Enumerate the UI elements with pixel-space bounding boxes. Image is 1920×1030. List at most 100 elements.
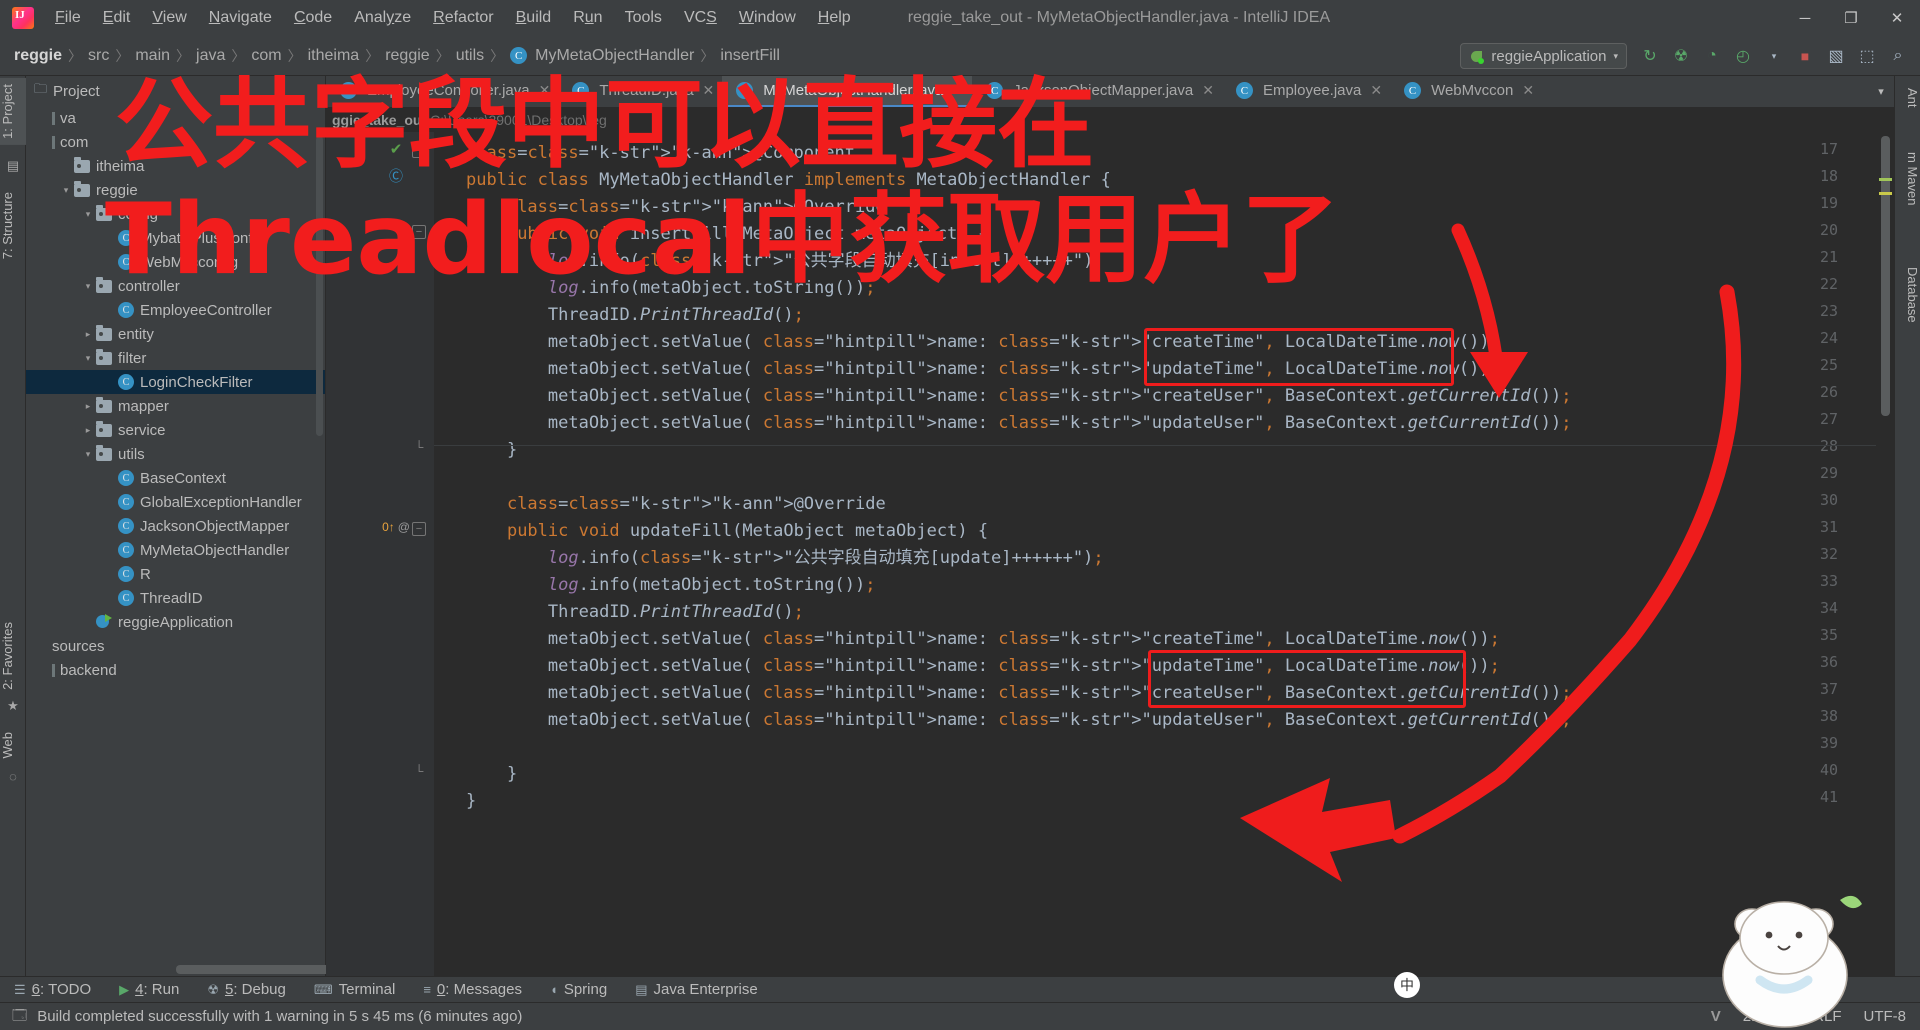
star-icon[interactable]: ★ [3, 696, 23, 716]
tree-node-config[interactable]: ▾ config [26, 202, 325, 226]
code-line[interactable]: metaObject.setValue( class="hintpill">na… [466, 626, 1500, 653]
maximize-button[interactable]: ❐ [1828, 0, 1874, 36]
stop-icon[interactable]: ■ [1791, 42, 1819, 70]
menu-navigate[interactable]: Navigate [198, 6, 283, 30]
tree-node-MybatisPlusConfig[interactable]: C MybatisPlusConfig [26, 226, 325, 250]
override-gutter-icon[interactable]: 0↑ @ [382, 517, 410, 537]
code-line[interactable]: ThreadID.PrintThreadId(); [466, 599, 804, 626]
code-fold-end-icon[interactable]: └ [412, 441, 426, 455]
editor-tab-bar[interactable]: C EmployeeController.java ✕ C ThreadID.java ✕… [326, 76, 1894, 108]
breadcrumb-segment-src[interactable]: src [84, 47, 113, 65]
menu-help[interactable]: Help [807, 6, 862, 30]
code-line[interactable]: } [466, 788, 476, 815]
stripe-button-favorites[interactable]: 2: Favorites [0, 616, 26, 696]
debug-icon[interactable]: ☢ [1667, 42, 1695, 70]
tree-node-reggie[interactable]: ▾ reggie [26, 178, 325, 202]
bottom-tab-0-messages[interactable]: ≡ 0: Messages [409, 977, 536, 1003]
close-tab-icon[interactable]: ✕ [1522, 82, 1534, 99]
tree-node-JacksonObjectMapper[interactable]: C JacksonObjectMapper [26, 514, 325, 538]
open-in-browser-icon[interactable]: ⬚ [1853, 42, 1881, 70]
code-line[interactable]: metaObject.setValue( class="hintpill">na… [466, 707, 1572, 734]
expand-arrow-icon[interactable]: ▾ [80, 449, 96, 460]
tree-node-itheima[interactable]: itheima [26, 154, 325, 178]
breadcrumb-class[interactable]: MyMetaObjectHandler [531, 47, 698, 65]
editor-tab-ThreadID-java[interactable]: C ThreadID.java ✕ [558, 76, 722, 107]
code-line[interactable]: ThreadID.PrintThreadId(); [466, 302, 804, 329]
encoding-indicator[interactable]: UTF-8 [1864, 1008, 1907, 1025]
menu-build[interactable]: Build [505, 6, 563, 30]
tree-node-ThreadID[interactable]: C ThreadID [26, 586, 325, 610]
tree-node-controller[interactable]: ▾ controller [26, 274, 325, 298]
editor-tab-Employee-java[interactable]: C Employee.java ✕ [1222, 76, 1390, 107]
code-fold-collapse-icon[interactable]: − [412, 225, 426, 239]
project-vertical-scrollbar[interactable] [316, 136, 323, 436]
tree-node-com[interactable]: com [26, 130, 325, 154]
menu-edit[interactable]: Edit [92, 6, 142, 30]
stripe-button-ant[interactable]: Ant [1894, 82, 1920, 114]
editor-tab-MyMetaObjectHandler-java[interactable]: C MyMetaObjectHandler.java ✕ [722, 76, 973, 107]
bottom-tool-bar[interactable]: ☰ 6: TODO ▶ 4: Run ☢ 5: Debug ⌨ Terminal ≡ 0: Mes… [0, 976, 1920, 1002]
run-with-coverage-icon[interactable]: ◔ [1698, 42, 1726, 70]
breadcrumb-segment-utils[interactable]: utils [452, 47, 488, 65]
editor-tab-EmployeeController-java[interactable]: C EmployeeController.java ✕ [326, 76, 558, 107]
bottom-tab-5-debug[interactable]: ☢ 5: Debug [193, 977, 300, 1003]
breadcrumb-segment-reggie[interactable]: reggie [381, 47, 433, 65]
code-line[interactable]: } [466, 437, 517, 464]
code-line[interactable]: log.info(class="k-str">"公共字段自动填充[insert]… [466, 248, 1104, 275]
code-line[interactable]: metaObject.setValue( class="hintpill">na… [466, 383, 1572, 410]
breadcrumb-segment-com[interactable]: com [247, 47, 285, 65]
tree-node-MyMetaObjectHandler[interactable]: C MyMetaObjectHandler [26, 538, 325, 562]
code-fold-collapse-icon[interactable]: − [412, 522, 426, 536]
close-tab-icon[interactable]: ✕ [539, 82, 551, 99]
tree-node-utils[interactable]: ▾ utils [26, 442, 325, 466]
menu-window[interactable]: Window [728, 6, 807, 30]
menu-code[interactable]: Code [283, 6, 343, 30]
collapse-arrow-icon[interactable]: ▸ [80, 425, 96, 436]
code-line[interactable]: class=class="k-str">"k-ann">@Component [466, 140, 855, 167]
stripe-button-project[interactable]: 1: Project [0, 78, 26, 145]
code-fold-end-icon[interactable]: └ [412, 765, 426, 779]
code-fold-collapse-icon[interactable]: − [412, 144, 426, 158]
menu-view[interactable]: View [141, 6, 197, 30]
breadcrumb[interactable]: reggie 〉 src 〉 main 〉 java 〉 com 〉 itheima 〉 reggie 〉… [0, 46, 784, 66]
vim-indicator[interactable]: V [1711, 1008, 1721, 1025]
code-line[interactable]: public class MyMetaObjectHandler impleme… [466, 167, 1111, 194]
tree-node-service[interactable]: ▸ service [26, 418, 325, 442]
stripe-button-web[interactable]: Web [0, 726, 26, 765]
bottom-tab-spring[interactable]: ◖ Spring [536, 977, 621, 1003]
code-line[interactable]: public void updateFill(MetaObject metaOb… [466, 518, 988, 545]
editor-tab-JacksonObjectMapper-java[interactable]: C JacksonObjectMapper.java ✕ [972, 76, 1222, 107]
breadcrumb-segment-main[interactable]: main [131, 47, 174, 65]
breadcrumb-segment-itheima[interactable]: itheima [304, 47, 364, 65]
code-line[interactable]: metaObject.setValue( class="hintpill">na… [466, 410, 1572, 437]
tree-node-LoginCheckFilter[interactable]: C LoginCheckFilter [26, 370, 325, 394]
menu-run[interactable]: Run [562, 6, 613, 30]
tree-node-R[interactable]: CR [26, 562, 325, 586]
implemented-method-gutter-icon[interactable]: Ⓒ [386, 166, 406, 186]
code-line[interactable]: class=class="k-str">"k-ann">@Override [466, 194, 886, 221]
bottom-tab-6-todo[interactable]: ☰ 6: TODO [0, 977, 105, 1003]
close-button[interactable]: ✕ [1874, 0, 1920, 36]
tree-node-EmployeeController[interactable]: C EmployeeController [26, 298, 325, 322]
rerun-icon[interactable]: ↻ [1636, 42, 1664, 70]
editor-tab-WebMvccon[interactable]: C WebMvccon ✕ [1390, 76, 1542, 107]
module-icon[interactable]: ▤ [3, 156, 23, 176]
code-line[interactable]: log.info(metaObject.toString()); [466, 572, 876, 599]
code-line[interactable]: public void insertFill(MetaObject metaOb… [466, 221, 988, 248]
profiler-chevron-icon[interactable]: ▾ [1760, 42, 1788, 70]
menu-analyze[interactable]: Analyze [343, 6, 422, 30]
tree-node-GlobalExceptionHandler[interactable]: C GlobalExceptionHandler [26, 490, 325, 514]
collapse-arrow-icon[interactable]: ▸ [80, 401, 96, 412]
code-line[interactable]: class=class="k-str">"k-ann">@Override [466, 491, 886, 518]
code-line[interactable]: log.info(class="k-str">"公共字段自动填充[update]… [466, 545, 1104, 572]
tree-node-filter[interactable]: ▾ filter [26, 346, 325, 370]
menu-refactor[interactable]: Refactor [422, 6, 504, 30]
tree-node-WebMvcconfig[interactable]: C WebMvcconfig [26, 250, 325, 274]
expand-arrow-icon[interactable]: ▾ [58, 185, 74, 196]
menu-tools[interactable]: Tools [614, 6, 673, 30]
project-tree[interactable]: va com itheima ▾ reggie ▾ config C MybatisPlusCo… [26, 106, 325, 962]
run-test-gutter-icon[interactable]: ✔ [386, 139, 406, 159]
editor-gutter[interactable] [326, 132, 434, 976]
collapse-arrow-icon[interactable]: ▸ [80, 329, 96, 340]
run-configuration-selector[interactable]: reggieApplication ▾ [1460, 43, 1627, 69]
